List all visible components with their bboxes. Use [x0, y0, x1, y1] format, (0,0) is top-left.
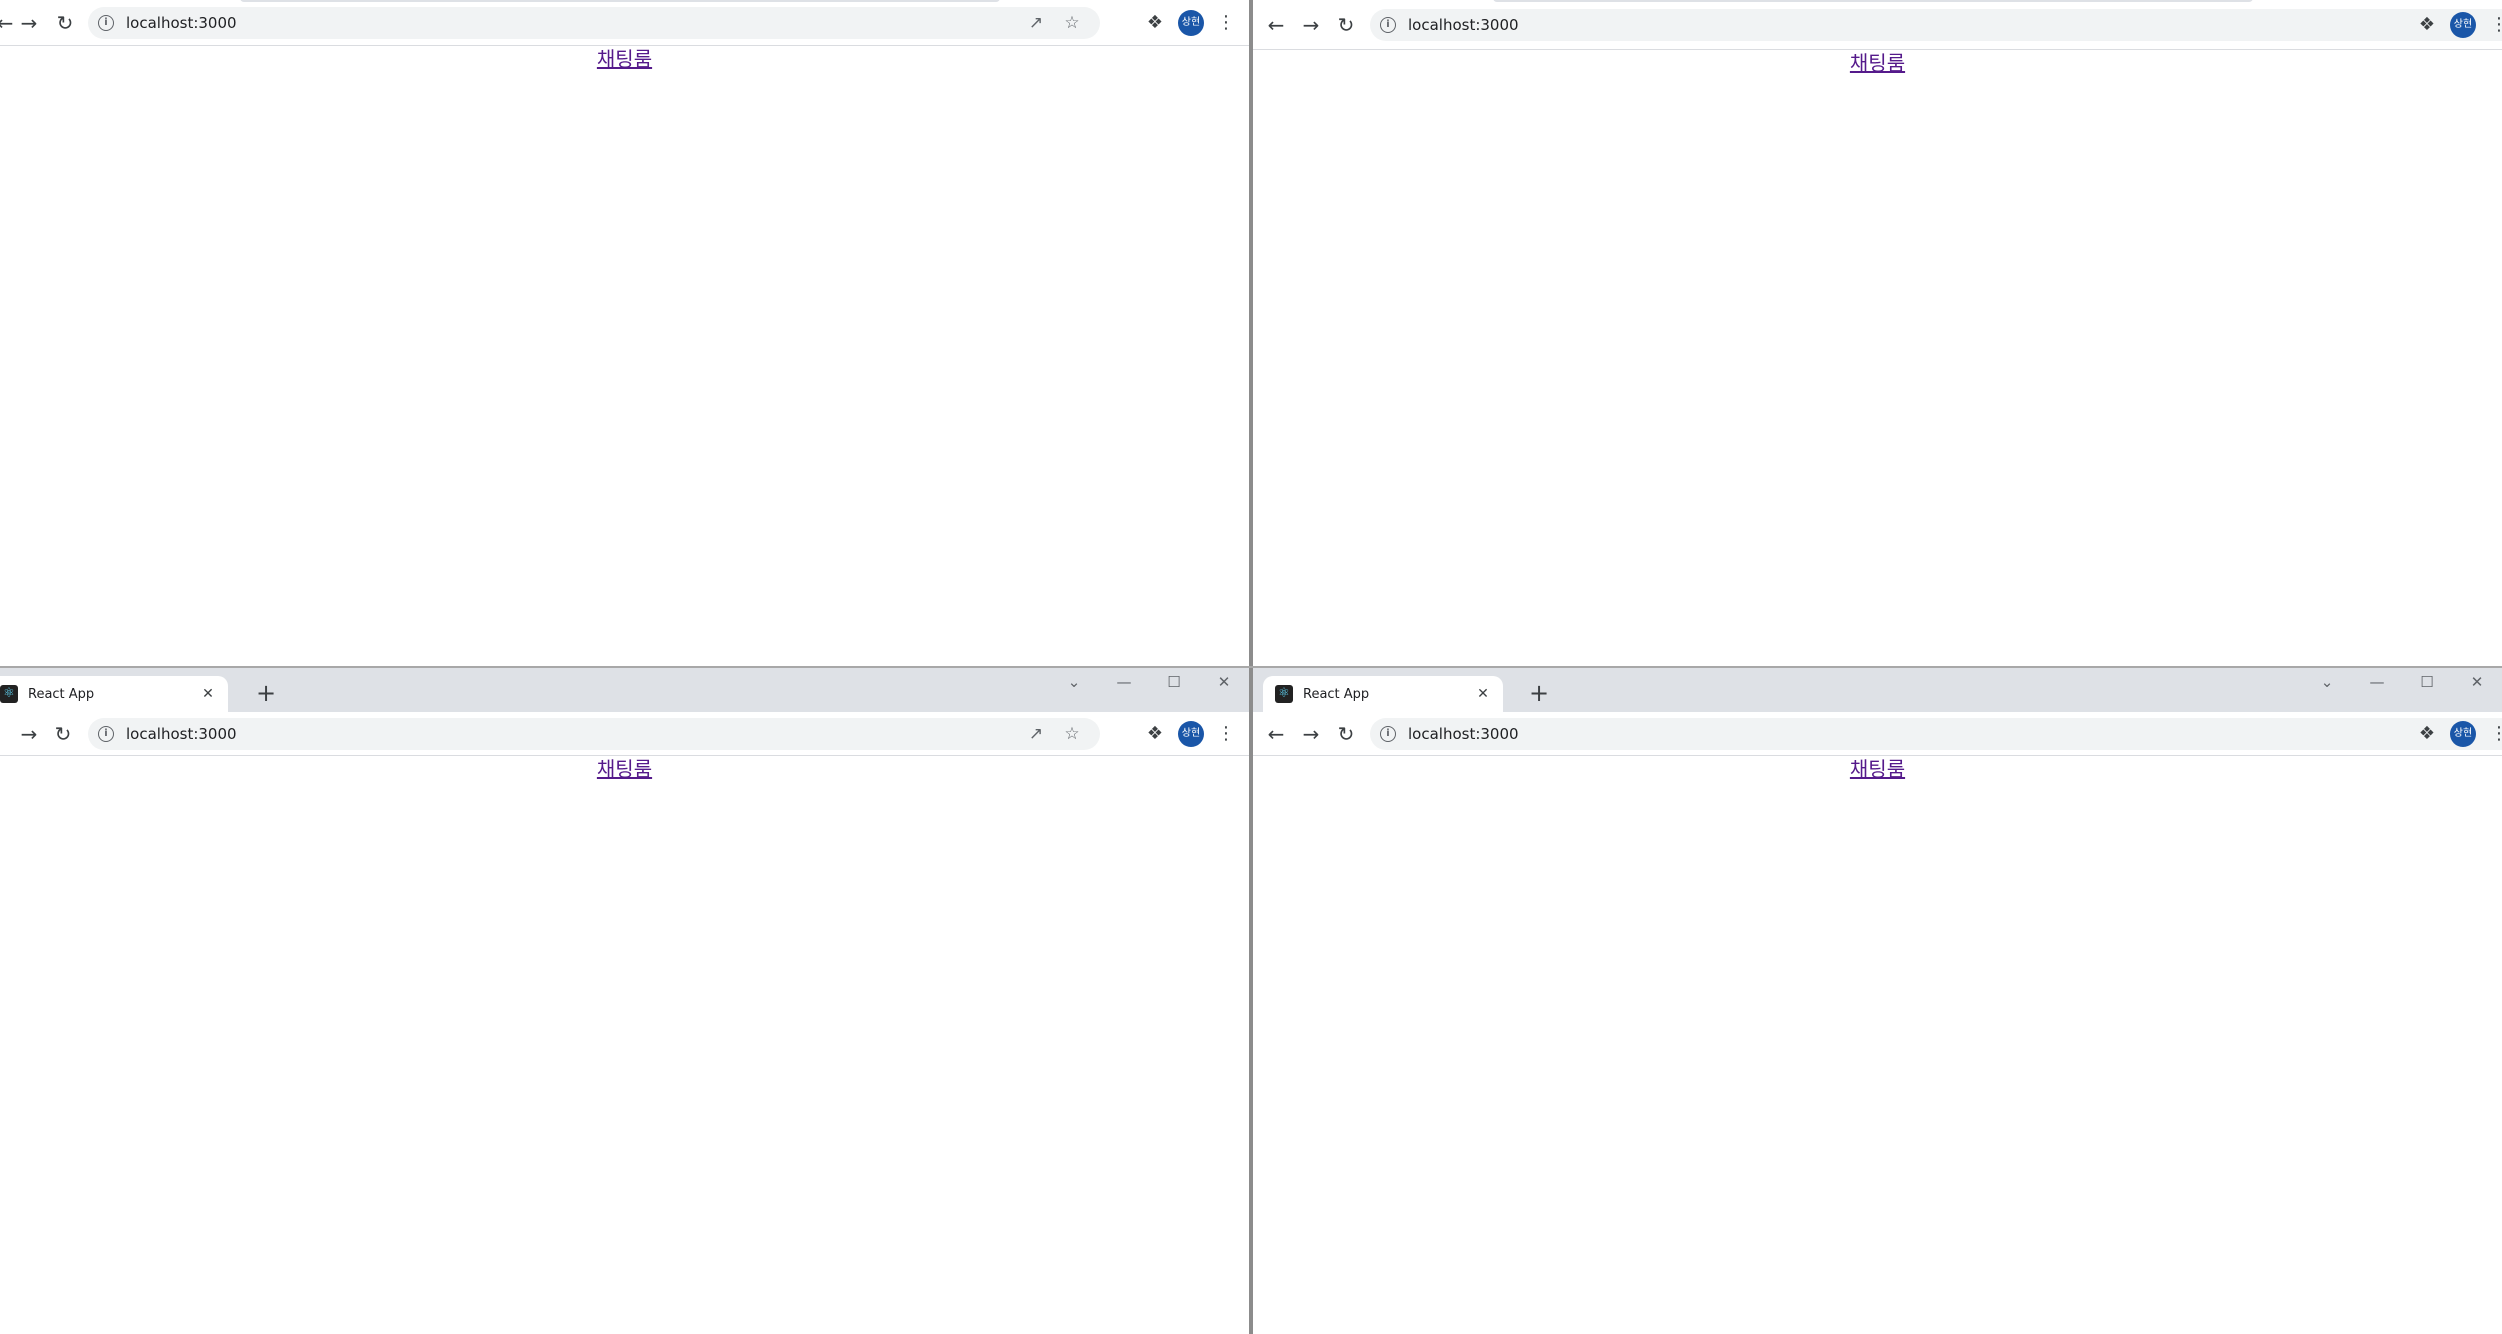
- reload-button[interactable]: ↻: [1331, 10, 1361, 40]
- new-tab-button[interactable]: +: [1525, 680, 1553, 708]
- profile-avatar[interactable]: 상현: [2450, 720, 2476, 747]
- tab-title: React App: [1303, 686, 1370, 702]
- page-content: 채팅룸: [1253, 50, 2502, 76]
- tab-search-chevron-icon[interactable]: ⌄: [1049, 668, 1099, 696]
- minimize-button[interactable]: —: [2352, 668, 2402, 696]
- window-controls: ⌄ — ☐ ✕: [1049, 668, 1249, 696]
- share-icon[interactable]: ↗: [1018, 13, 1054, 33]
- tab-react-app[interactable]: ⚛ React App ✕: [0, 676, 228, 712]
- tab-close-icon[interactable]: ✕: [1473, 686, 1493, 702]
- forward-button[interactable]: →: [1296, 10, 1326, 40]
- browser-window-bottom-left: ⚛ React App ✕ + ⌄ — ☐ ✕ → ↻ i localhost:…: [0, 668, 1249, 1334]
- tab-search-chevron-icon[interactable]: ⌄: [2302, 668, 2352, 696]
- address-bar[interactable]: i localhost:3000 ↗ ☆: [1370, 717, 2502, 750]
- tab-react-app[interactable]: ⚛ React App ✕: [1263, 676, 1503, 712]
- tab-strip: ⚛ React App ✕ + ⌄ — ☐ ✕: [1253, 668, 2502, 712]
- address-bar[interactable]: i localhost:3000 ↗ ☆: [88, 6, 1100, 39]
- horizontal-window-divider: [0, 666, 2502, 668]
- bookmark-star-icon[interactable]: ☆: [1054, 724, 1090, 744]
- browser-window-bottom-right: ⚛ React App ✕ + ⌄ — ☐ ✕ ← → ↻ i localhos…: [1253, 668, 2502, 1334]
- extensions-puzzle-icon[interactable]: ❖: [1141, 9, 1169, 37]
- new-tab-button[interactable]: +: [252, 680, 280, 708]
- back-button[interactable]: ←: [1261, 10, 1291, 40]
- page-content: 채팅룸: [0, 756, 1249, 782]
- extensions-puzzle-icon[interactable]: ❖: [2413, 720, 2441, 748]
- profile-avatar[interactable]: 상현: [1178, 720, 1204, 747]
- chatroom-link[interactable]: 채팅룸: [0, 46, 1249, 72]
- minimize-button[interactable]: —: [1099, 668, 1149, 696]
- kebab-menu-icon[interactable]: ⋮: [1212, 9, 1240, 37]
- react-favicon-icon: ⚛: [1275, 685, 1293, 703]
- share-icon[interactable]: ↗: [1018, 724, 1054, 744]
- chatroom-link[interactable]: 채팅룸: [1253, 50, 2502, 76]
- site-info-icon[interactable]: i: [1380, 16, 1396, 33]
- page-content: 채팅룸: [0, 46, 1249, 72]
- chatroom-link[interactable]: 채팅룸: [0, 756, 1249, 782]
- page-content: 채팅룸: [1253, 756, 2502, 782]
- forward-button[interactable]: →: [1296, 719, 1326, 749]
- site-info-icon[interactable]: i: [98, 14, 114, 31]
- forward-button[interactable]: →: [14, 8, 44, 38]
- extensions-puzzle-icon[interactable]: ❖: [2413, 11, 2441, 39]
- address-url[interactable]: localhost:3000: [126, 725, 1018, 743]
- close-window-button[interactable]: ✕: [2452, 668, 2502, 696]
- reload-button[interactable]: ↻: [1331, 719, 1361, 749]
- browser-window-top-right: ← → ↻ i localhost:3000 ↗ ☆ ❖ 상현 ⋮ 채팅룸: [1253, 0, 2502, 666]
- browser-toolbar: → ↻ i localhost:3000 ↗ ☆ ❖ 상현 ⋮: [0, 712, 1249, 756]
- site-info-icon[interactable]: i: [98, 725, 114, 742]
- profile-avatar[interactable]: 상현: [1178, 9, 1204, 36]
- react-favicon-icon: ⚛: [0, 685, 18, 703]
- address-url[interactable]: localhost:3000: [126, 14, 1018, 32]
- address-bar[interactable]: i localhost:3000 ↗ ☆: [88, 717, 1100, 750]
- profile-avatar[interactable]: 상현: [2450, 11, 2476, 38]
- address-url[interactable]: localhost:3000: [1408, 725, 2502, 743]
- reload-button[interactable]: ↻: [50, 8, 80, 38]
- kebab-menu-icon[interactable]: ⋮: [2485, 720, 2502, 748]
- browser-toolbar: ← → ↻ i localhost:3000 ↗ ☆ ❖ 상현 ⋮: [0, 0, 1249, 46]
- bookmark-star-icon[interactable]: ☆: [1054, 13, 1090, 33]
- browser-window-top-left: ← → ↻ i localhost:3000 ↗ ☆ ❖ 상현 ⋮ 채팅룸: [0, 0, 1249, 666]
- reload-button[interactable]: ↻: [48, 719, 78, 749]
- address-bar[interactable]: i localhost:3000 ↗ ☆: [1370, 8, 2502, 41]
- extensions-puzzle-icon[interactable]: ❖: [1141, 720, 1169, 748]
- close-window-button[interactable]: ✕: [1199, 668, 1249, 696]
- maximize-button[interactable]: ☐: [1149, 668, 1199, 696]
- back-button[interactable]: ←: [1261, 719, 1291, 749]
- tab-title: React App: [28, 686, 95, 702]
- window-controls: ⌄ — ☐ ✕: [2302, 668, 2502, 696]
- kebab-menu-icon[interactable]: ⋮: [1212, 720, 1240, 748]
- browser-toolbar: ← → ↻ i localhost:3000 ↗ ☆ ❖ 상현 ⋮: [1253, 0, 2502, 50]
- tab-close-icon[interactable]: ✕: [198, 686, 218, 702]
- browser-toolbar: ← → ↻ i localhost:3000 ↗ ☆ ❖ 상현 ⋮: [1253, 712, 2502, 756]
- tab-strip: ⚛ React App ✕ + ⌄ — ☐ ✕: [0, 668, 1249, 712]
- address-url[interactable]: localhost:3000: [1408, 16, 2502, 34]
- chatroom-link[interactable]: 채팅룸: [1253, 756, 2502, 782]
- kebab-menu-icon[interactable]: ⋮: [2485, 11, 2502, 39]
- site-info-icon[interactable]: i: [1380, 725, 1396, 742]
- forward-button[interactable]: →: [14, 719, 44, 749]
- maximize-button[interactable]: ☐: [2402, 668, 2452, 696]
